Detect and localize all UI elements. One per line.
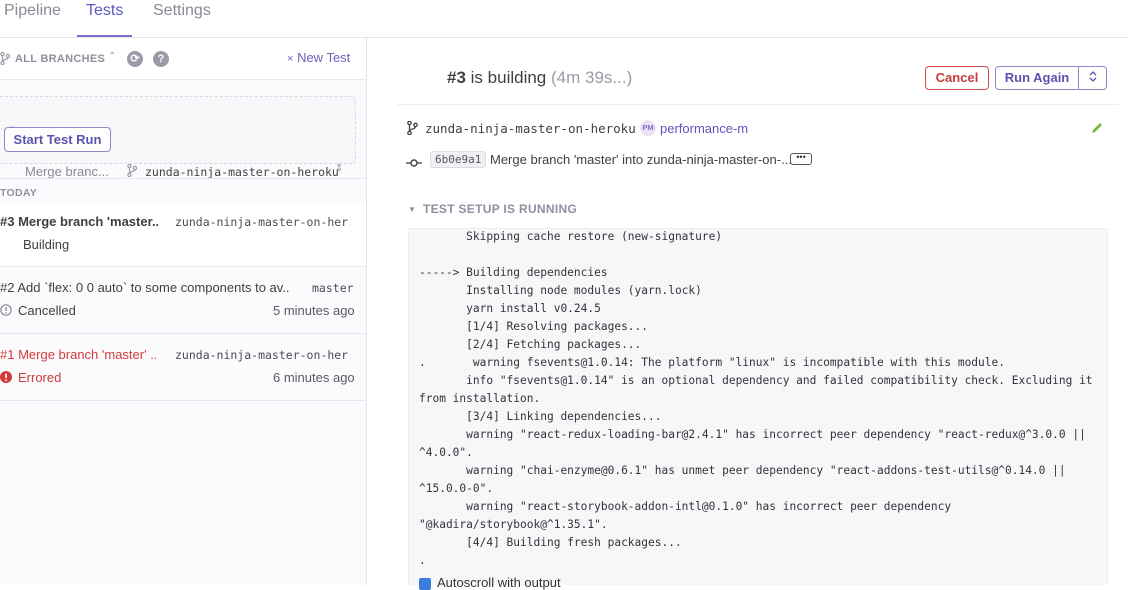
run-again-dropdown[interactable] (1079, 67, 1107, 89)
header-divider (397, 104, 1119, 105)
autoscroll-label: Autoscroll with output (437, 575, 561, 590)
log-line: [3/4] Linking dependencies... (419, 410, 662, 423)
log-line: from installation. (419, 392, 541, 405)
run-branch: zunda-ninja-master-on-her... (175, 348, 351, 362)
tab-settings[interactable]: Settings (153, 2, 211, 20)
edit-pencil-icon[interactable] (1090, 121, 1104, 138)
run-time: 6 minutes ago (273, 370, 355, 385)
run-status: Building (23, 237, 70, 252)
cancelled-icon (0, 304, 12, 319)
chevron-updown-icon[interactable]: ⇕ (335, 163, 343, 174)
top-tabs: Pipeline Tests Settings (0, 0, 1128, 37)
error-icon (0, 371, 12, 386)
chevron-updown-icon (1089, 71, 1097, 82)
help-icon[interactable]: ? (153, 51, 169, 67)
log-line: warning "react-storybook-addon-intl@0.1.… (419, 500, 952, 513)
log-line: Installing node modules (yarn.lock) (419, 284, 702, 297)
run-branch: master (312, 281, 354, 295)
test-run-item[interactable]: #1 Merge branch 'master' ... zunda-ninja… (0, 335, 366, 401)
run-again-group: Run Again (995, 66, 1107, 90)
start-test-run-button[interactable]: Start Test Run (4, 127, 111, 152)
log-line: ^4.0.0". (419, 446, 473, 459)
branch-filter-bar: ALL BRANCHES ⌃ ⟳ ? × New Test (0, 38, 366, 80)
build-log[interactable]: Skipping cache restore (new-signature) --… (408, 228, 1108, 585)
run-status: Cancelled (18, 303, 76, 318)
run-branch: zunda-ninja-master-on-her... (175, 215, 351, 229)
commit-sha[interactable]: 6b0e9a1 (430, 151, 487, 168)
build-number: #3 (447, 68, 466, 87)
build-elapsed: (4m 39s...) (551, 68, 633, 87)
build-detail-panel: #3 is building (4m 39s...) Cancel Run Ag… (367, 38, 1128, 590)
chevron-updown-icon[interactable]: ⌃ (108, 51, 116, 62)
commit-select[interactable]: Merge branc... (25, 164, 109, 179)
run-again-button[interactable]: Run Again (996, 67, 1078, 89)
test-runs-sidebar: ALL BRANCHES ⌃ ⟳ ? × New Test Merge bran… (0, 38, 367, 585)
log-line: "@kadira/storybook@^1.35.1". (419, 518, 608, 531)
log-line: [4/4] Building fresh packages... (419, 536, 682, 549)
autoscroll-toggle[interactable]: Autoscroll with output (419, 575, 561, 590)
close-x-icon: × (287, 53, 294, 65)
run-title: #1 Merge branch 'master' ... (0, 347, 156, 362)
caret-down-icon[interactable]: ▼ (408, 205, 416, 214)
today-label: TODAY (0, 187, 38, 199)
branch-icon (0, 51, 11, 68)
branch-select[interactable]: zunda-ninja-master-on-heroku (145, 165, 339, 179)
branch-filter-select[interactable]: ALL BRANCHES (15, 53, 105, 65)
test-run-item[interactable]: #2 Add `flex: 0 0 auto` to some componen… (0, 268, 366, 334)
log-line: ^15.0.0-0". (419, 482, 494, 495)
new-test-button[interactable]: × New Test (287, 50, 350, 65)
log-line: warning "chai-enzyme@0.6.1" has unmet pe… (419, 464, 1066, 477)
log-line: info "fsevents@1.0.14" is an optional de… (419, 374, 1093, 387)
build-branch[interactable]: zunda-ninja-master-on-heroku (425, 121, 636, 136)
log-line: warning "react-redux-loading-bar@2.4.1" … (419, 428, 1086, 441)
branch-icon (407, 120, 418, 138)
tab-tests[interactable]: Tests (86, 2, 123, 20)
log-line: [1/4] Resolving packages... (419, 320, 649, 333)
build-title: #3 is building (4m 39s...) (447, 68, 632, 88)
log-line: -----> Building dependencies (419, 266, 608, 279)
refresh-icon[interactable]: ⟳ (127, 51, 143, 67)
build-state: is building (470, 68, 547, 87)
log-line: Skipping cache restore (new-signature) (419, 230, 723, 243)
run-time: 5 minutes ago (273, 303, 355, 318)
autoscroll-checkbox[interactable] (419, 577, 431, 590)
run-title: #3 Merge branch 'master... (0, 214, 158, 229)
setup-status-label[interactable]: TEST SETUP IS RUNNING (423, 202, 577, 216)
tab-pipeline[interactable]: Pipeline (4, 2, 61, 20)
commit-message: Merge branch 'master' into zunda-ninja-m… (490, 152, 792, 167)
run-status: Errored (18, 370, 62, 385)
pipeline-name[interactable]: performance-m (660, 121, 748, 136)
cancel-button[interactable]: Cancel (925, 66, 989, 90)
new-test-label: New Test (297, 50, 351, 65)
log-line: . warning fsevents@1.0.14: The platform … (419, 356, 1005, 369)
date-section-header: TODAY (0, 178, 366, 204)
commit-icon (406, 155, 422, 170)
run-title: #2 Add `flex: 0 0 auto` to some componen… (0, 280, 290, 295)
expand-commit-button[interactable]: ••• (790, 153, 812, 165)
log-line: [2/4] Fetching packages... (419, 338, 642, 351)
log-line: yarn install v0.24.5 (419, 302, 601, 315)
test-run-item[interactable]: #3 Merge branch 'master... zunda-ninja-m… (0, 204, 366, 267)
log-line: . (419, 554, 426, 567)
pipeline-badge: PM (640, 120, 656, 136)
